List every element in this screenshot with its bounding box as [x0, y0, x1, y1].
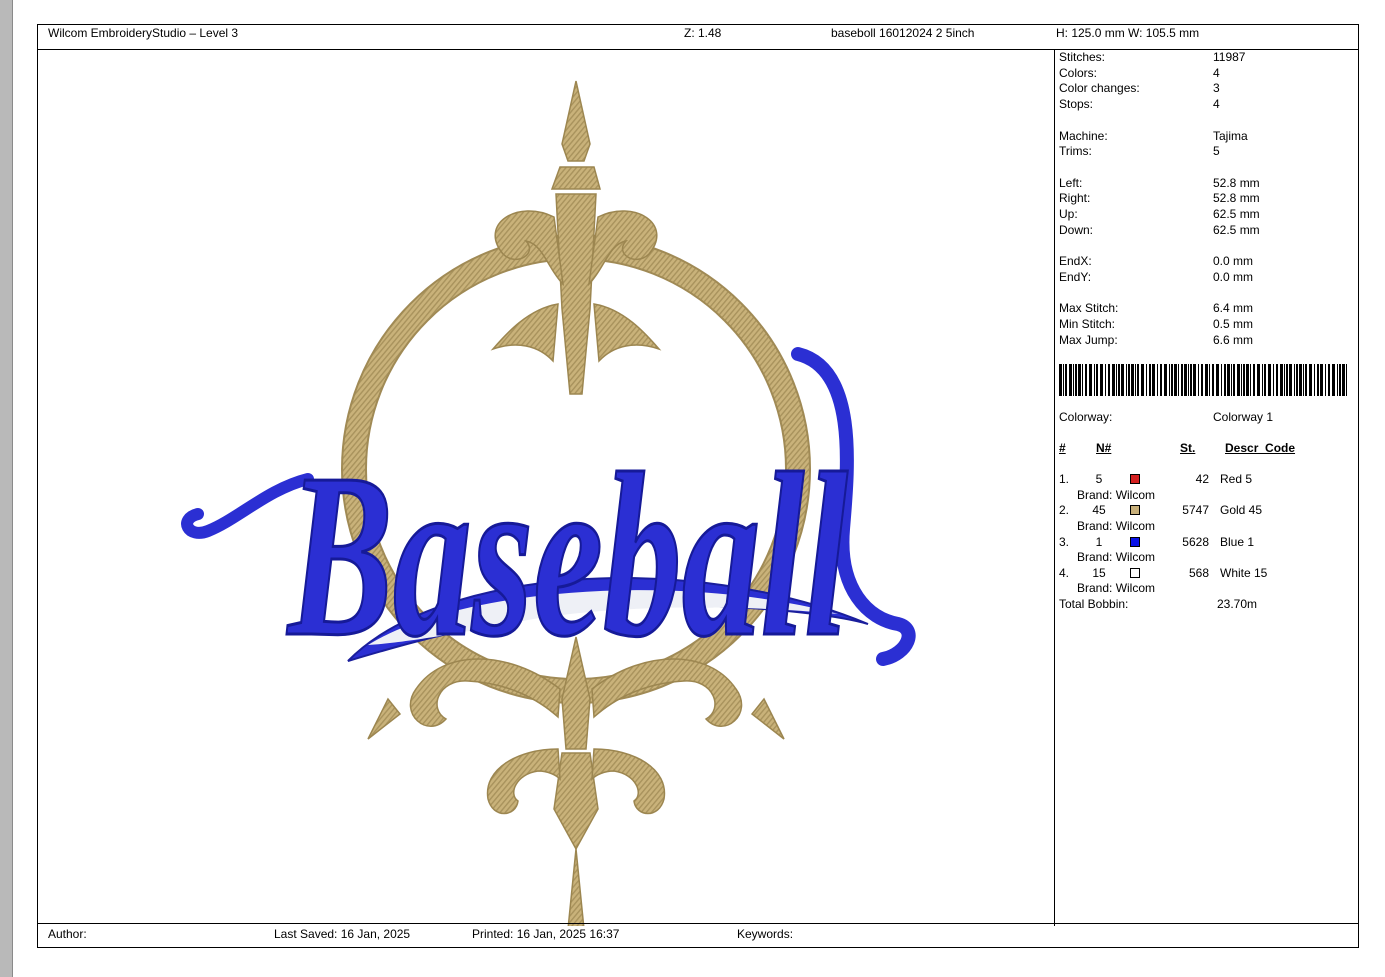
thread-stitches: 568: [1188, 565, 1209, 580]
total-bobbin-label: Total Bobbin:: [1059, 597, 1129, 611]
stat-value: 6.4 mm: [1213, 301, 1254, 316]
stat-label: EndY:: [1059, 269, 1092, 284]
stat-label: EndX:: [1059, 254, 1092, 269]
print-preview-page: Wilcom EmbroideryStudio – Level 3 Z: 1.4…: [12, 0, 1385, 977]
colorway-value: Colorway 1: [1213, 410, 1274, 424]
author-label: Author:: [48, 927, 87, 941]
stat-value: 11987: [1213, 50, 1246, 64]
stat-label: Stitches:: [1059, 50, 1106, 64]
thread-needle: 45: [1092, 503, 1106, 518]
stat-label: Machine:: [1059, 128, 1108, 143]
thread-descr: Blue 1: [1220, 534, 1255, 549]
thread-needle: 5: [1095, 472, 1103, 486]
stat-value: 4: [1213, 65, 1220, 80]
sheet-header: Wilcom EmbroideryStudio – Level 3 Z: 1.4…: [38, 25, 1358, 50]
thread-index: 2.: [1059, 503, 1070, 518]
stat-value: 0.0 mm: [1213, 254, 1254, 269]
col-index: #: [1059, 441, 1066, 455]
thread-descr: Red 5: [1220, 472, 1253, 486]
thread-brand: Brand: Wilcom: [1077, 550, 1156, 565]
stat-label: Down:: [1059, 222, 1094, 237]
stat-value: 4: [1213, 97, 1220, 112]
thread-stitches: 5628: [1182, 534, 1209, 549]
thread-descr: Gold 45: [1220, 503, 1263, 518]
thread-color-swatch: [1130, 474, 1140, 484]
stat-label: Left:: [1059, 175, 1083, 190]
design-name: baseboll 16012024 2 5inch: [831, 26, 975, 40]
thread-color-swatch: [1130, 505, 1140, 516]
thread-descr: White 15: [1220, 565, 1268, 580]
stat-value: 6.6 mm: [1213, 332, 1254, 347]
thread-color-swatch: [1130, 536, 1140, 547]
thread-brand: Brand: Wilcom: [1077, 518, 1156, 533]
app-title: Wilcom EmbroideryStudio – Level 3: [48, 26, 239, 40]
stat-value: 3: [1213, 81, 1220, 96]
thread-stitches: 42: [1195, 472, 1209, 486]
stat-label: Up:: [1059, 207, 1078, 221]
keywords-label: Keywords:: [737, 927, 794, 941]
stat-value: 62.5 mm: [1213, 222, 1260, 237]
thread-color-swatch: [1130, 567, 1140, 578]
stat-label: Color changes:: [1059, 81, 1140, 96]
last-saved: Last Saved: 16 Jan, 2025: [274, 927, 411, 941]
stat-label: Max Stitch:: [1059, 301, 1119, 316]
barcode: [1059, 364, 1347, 396]
thread-brand: Brand: Wilcom: [1077, 487, 1156, 502]
stat-value: 0.5 mm: [1213, 316, 1254, 331]
stat-value: 5: [1213, 144, 1220, 159]
stat-value: 62.5 mm: [1213, 207, 1260, 221]
thread-brand: Brand: Wilcom: [1077, 581, 1156, 596]
col-needle: N#: [1096, 441, 1112, 455]
stat-label: Stops:: [1059, 97, 1094, 112]
stat-label: Max Jump:: [1059, 332, 1118, 347]
stat-value: 52.8 mm: [1213, 191, 1260, 206]
col-descr: Descr_Code: [1225, 441, 1296, 455]
sheet-footer: Author: Last Saved: 16 Jan, 2025 Printed…: [38, 923, 1358, 947]
stat-label: Min Stitch:: [1059, 316, 1116, 331]
thread-index: 3.: [1059, 534, 1070, 549]
thread-stitches: 5747: [1182, 503, 1209, 518]
thread-needle: 1: [1095, 534, 1103, 549]
stat-label: Colors:: [1059, 65, 1098, 80]
thread-needle: 15: [1092, 565, 1106, 580]
col-stitches: St.: [1180, 441, 1196, 455]
printed-date: Printed: 16 Jan, 2025 16:37: [472, 927, 620, 941]
stat-label: Trims:: [1059, 144, 1092, 159]
design-sheet: Wilcom EmbroideryStudio – Level 3 Z: 1.4…: [37, 24, 1359, 948]
embroidery-design-preview: Baseball: [38, 49, 1054, 926]
total-bobbin-value: 23.70m: [1217, 597, 1258, 611]
baseball-emblem: Baseball: [181, 80, 916, 926]
zoom-level: Z: 1.48: [684, 26, 722, 40]
stat-value: 52.8 mm: [1213, 175, 1260, 190]
thread-index: 1.: [1059, 472, 1070, 486]
design-dimensions: H: 125.0 mm W: 105.5 mm: [1056, 26, 1200, 40]
thread-index: 4.: [1059, 565, 1070, 580]
stitch-info-panel: Stitches: 11987 Colors: 4 Color changes: 3 Sto…: [1054, 49, 1361, 926]
stat-label: Right:: [1059, 191, 1091, 206]
baseball-text: Baseball: [286, 425, 848, 685]
colorway-label: Colorway:: [1059, 410, 1113, 424]
stat-value: 0.0 mm: [1213, 269, 1254, 284]
stat-value: Tajima: [1213, 128, 1248, 143]
